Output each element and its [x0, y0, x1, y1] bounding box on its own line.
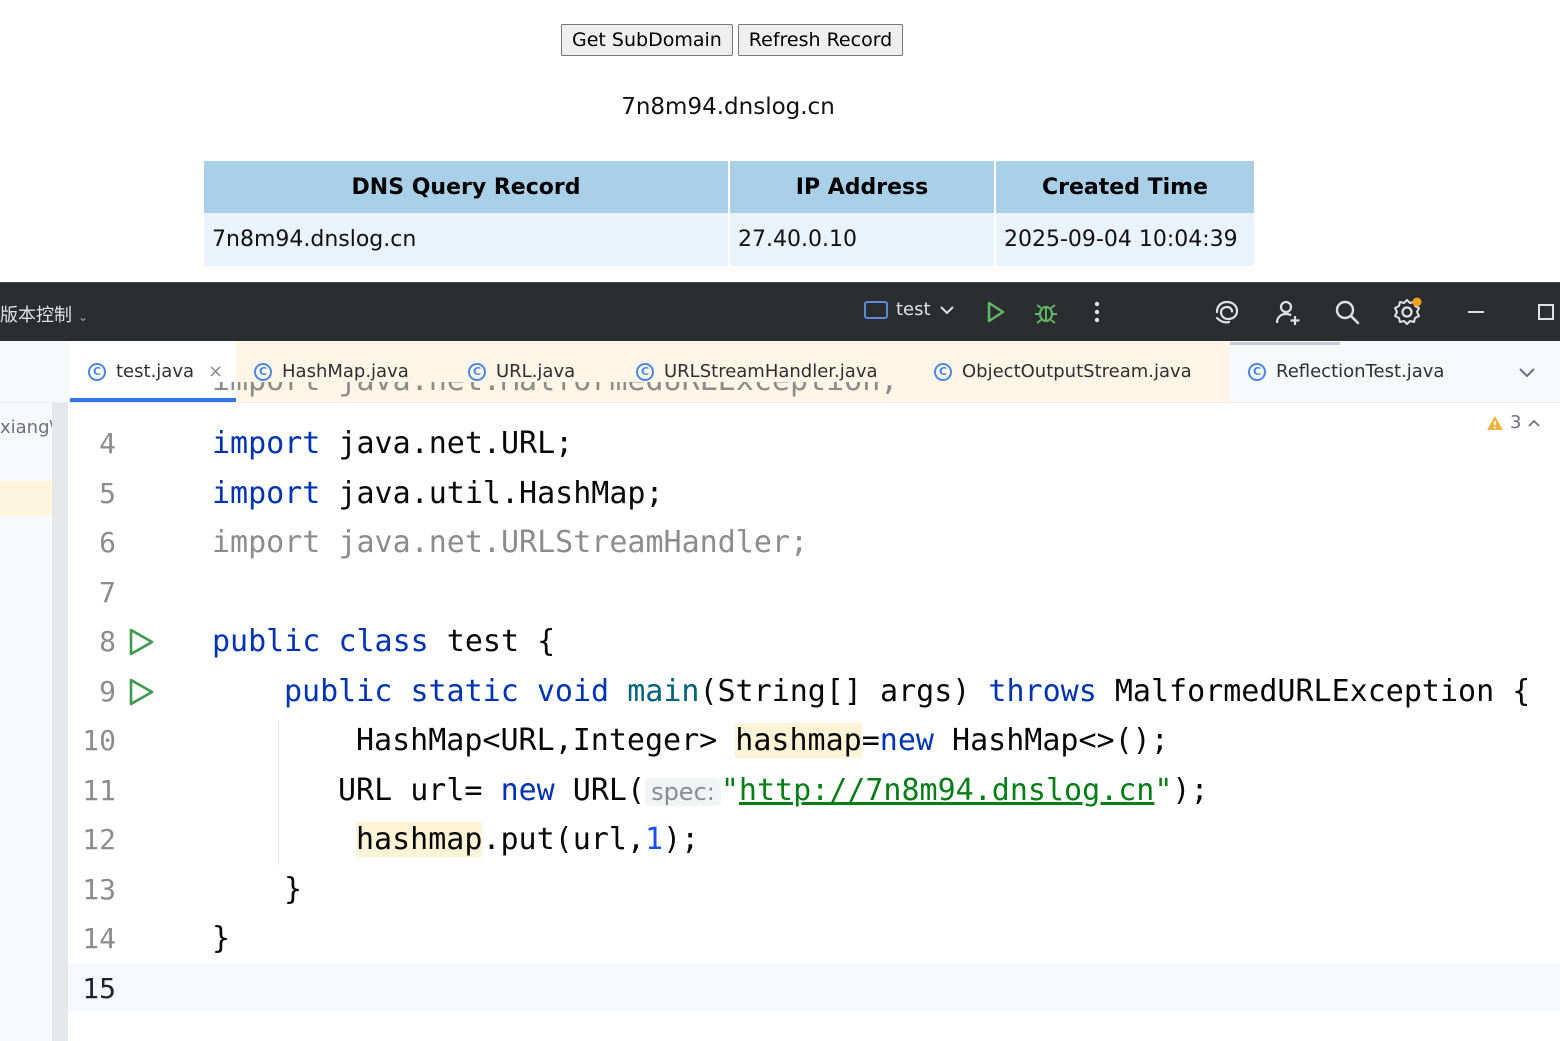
- run-config-icon: [864, 300, 888, 319]
- tab-label: test.java: [116, 361, 195, 382]
- minimize-icon[interactable]: [1461, 297, 1491, 327]
- search-icon[interactable]: [1332, 297, 1362, 327]
- line-number: 6: [99, 526, 116, 559]
- maximize-icon[interactable]: [1531, 297, 1560, 327]
- line-number: 10: [82, 724, 116, 757]
- tab-label: URL.java: [496, 361, 576, 382]
- tab-reflectiontest-java[interactable]: C ReflectionTest.java: [1230, 341, 1490, 402]
- project-panel[interactable]: xiang\lo: [0, 403, 68, 1041]
- run-class-icon[interactable]: [126, 627, 156, 657]
- tab-objectoutputstream-java[interactable]: C ObjectOutputStream.java: [914, 341, 1230, 402]
- url-literal: http://7n8m94.dnslog.cn: [738, 773, 1155, 808]
- created-time-cell: 2025-09-04 10:04:39: [995, 213, 1254, 266]
- dns-query-cell: 7n8m94.dnslog.cn: [204, 213, 730, 266]
- panel-splitter[interactable]: [52, 403, 68, 1041]
- settings-gear-icon[interactable]: [1392, 297, 1422, 327]
- code-line-unused-import: import java.net.URLStreamHandler;: [212, 525, 809, 560]
- chevron-down-icon: [1519, 367, 1535, 377]
- line-number: 13: [82, 873, 116, 906]
- line-number: 7: [99, 576, 116, 609]
- chevron-down-icon: ⌄: [78, 310, 89, 324]
- more-actions-icon[interactable]: [1082, 297, 1112, 327]
- dns-record-table: DNS Query Record IP Address Created Time…: [204, 161, 1254, 266]
- tab-label: ObjectOutputStream.java: [962, 361, 1192, 382]
- java-class-icon: C: [636, 362, 654, 381]
- selected-tree-row[interactable]: [0, 481, 52, 516]
- line-number: 11: [82, 774, 116, 807]
- java-class-icon: C: [88, 362, 106, 381]
- warning-icon: [1487, 415, 1503, 430]
- line-number: 8: [99, 625, 116, 658]
- chevron-up-icon[interactable]: [1527, 418, 1541, 428]
- line-number: 4: [99, 427, 116, 460]
- parameter-hint: spec:: [645, 778, 721, 806]
- code-line: URL url= new URL(spec: "http://7n8m94.dns…: [338, 773, 1209, 808]
- code-line: }: [212, 921, 231, 956]
- line-number: 15: [82, 972, 116, 1005]
- java-class-icon: C: [1248, 362, 1266, 381]
- code-line: import java.net.URL;: [212, 426, 574, 461]
- code-line: import java.net.MalformedURLException;: [212, 382, 898, 404]
- chevron-down-icon: [939, 305, 954, 314]
- code-line: import java.util.HashMap;: [212, 476, 664, 511]
- indent-guide: [278, 720, 279, 865]
- column-header-ip: IP Address: [729, 161, 996, 213]
- button-row: Get SubDomain Refresh Record: [561, 24, 904, 56]
- get-subdomain-button[interactable]: Get SubDomain: [561, 24, 733, 56]
- run-config-label: test: [896, 299, 931, 320]
- vcs-label: 版本控制: [0, 305, 72, 326]
- inspection-warnings[interactable]: 3: [1486, 412, 1541, 433]
- java-class-icon: C: [468, 362, 486, 381]
- line-number: 14: [82, 922, 116, 955]
- column-header-dns-query: DNS Query Record: [204, 161, 730, 213]
- warning-count: 3: [1510, 412, 1522, 433]
- code-line: }: [284, 872, 303, 907]
- table-row: 7n8m94.dnslog.cn 27.40.0.10 2025-09-04 1…: [204, 213, 1254, 266]
- ai-assistant-icon[interactable]: [1212, 297, 1242, 327]
- tab-label: ReflectionTest.java: [1276, 361, 1445, 382]
- column-header-created-time: Created Time: [995, 161, 1254, 213]
- code-line: public static void main(String[] args) t…: [284, 674, 1531, 709]
- close-icon[interactable]: ×: [208, 361, 223, 382]
- line-number: 9: [99, 675, 116, 708]
- java-class-icon: C: [934, 362, 952, 381]
- debug-icon[interactable]: [1031, 297, 1061, 327]
- tab-label: URLStreamHandler.java: [664, 361, 878, 382]
- line-number: 12: [82, 823, 116, 856]
- java-class-icon: C: [254, 362, 272, 381]
- current-line-highlight: [68, 963, 1560, 1012]
- ide-title-bar: 版本控制 ⌄ test: [0, 282, 1560, 341]
- vcs-menu[interactable]: 版本控制 ⌄: [0, 301, 88, 327]
- run-icon[interactable]: [980, 297, 1010, 327]
- refresh-record-button[interactable]: Refresh Record: [737, 24, 904, 56]
- tab-label: HashMap.java: [282, 361, 409, 382]
- add-user-icon[interactable]: [1273, 297, 1303, 327]
- code-line: public class test {: [212, 624, 556, 659]
- subdomain-text: 7n8m94.dnslog.cn: [621, 94, 835, 120]
- ide-window: 版本控制 ⌄ test C test.java × C HashMap.java…: [0, 282, 1560, 1041]
- code-line: hashmap.put(url,1);: [356, 822, 700, 857]
- ip-address-cell: 27.40.0.10: [729, 213, 996, 266]
- run-configuration-selector[interactable]: test: [864, 299, 955, 320]
- line-number: 5: [99, 477, 116, 510]
- tab-list-dropdown[interactable]: [1512, 341, 1542, 402]
- run-main-icon[interactable]: [126, 677, 156, 707]
- code-line: HashMap<URL,Integer> hashmap=new HashMap…: [356, 723, 1169, 758]
- dnslog-web-page: Get SubDomain Refresh Record 7n8m94.dnsl…: [0, 0, 1560, 282]
